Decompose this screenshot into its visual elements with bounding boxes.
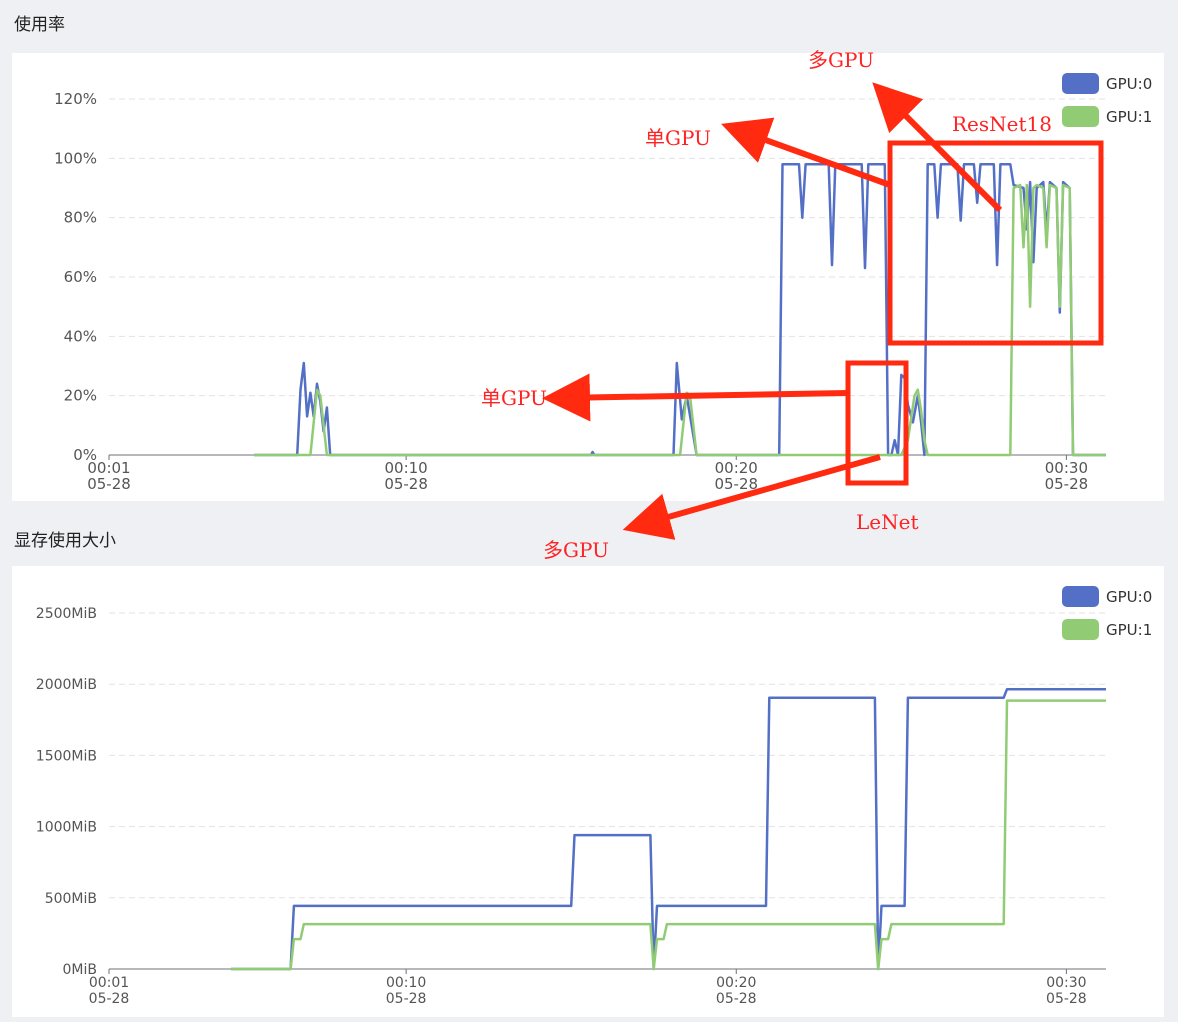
x-tick-date-label: 05-28 — [87, 475, 131, 493]
y-tick-label: 80% — [64, 209, 97, 227]
y-tick-label: 1000MiB — [36, 820, 97, 836]
x-tick-date-label: 05-28 — [714, 475, 758, 493]
legend-label[interactable]: GPU:1 — [1106, 108, 1152, 126]
x-tick-date-label: 05-28 — [1046, 991, 1087, 1007]
x-tick-time-label: 00:20 — [716, 975, 756, 991]
series-line-GPU1 — [231, 699, 1106, 971]
gpu-utilization-chart-panel: 0% 20% 40% 60% 80% 100% 120% 00:01 05-28 00:10 05-… — [12, 53, 1164, 501]
x-tick-date-label: 05-28 — [89, 991, 130, 1007]
y-tick-label: 100% — [54, 149, 97, 167]
x-tick-time-label: 00:01 — [89, 975, 129, 991]
y-tick-label: 60% — [64, 268, 97, 286]
x-tick-date-label: 05-28 — [1045, 475, 1089, 493]
legend-swatch-GPU1[interactable] — [1062, 106, 1099, 127]
legend-swatch-GPU1[interactable] — [1062, 619, 1099, 640]
legend-swatch-GPU0[interactable] — [1062, 586, 1099, 607]
y-tick-label: 40% — [64, 327, 97, 345]
mem-section-title: 显存使用大小 — [14, 531, 116, 551]
util-section-title: 使用率 — [14, 15, 65, 35]
y-tick-label: 2000MiB — [36, 677, 97, 693]
y-tick-label: 2500MiB — [36, 606, 97, 622]
y-tick-label: 20% — [64, 387, 97, 405]
y-tick-label: 120% — [54, 90, 97, 108]
x-tick-date-label: 05-28 — [716, 991, 757, 1007]
y-tick-label: 500MiB — [45, 891, 97, 907]
legend-label[interactable]: GPU:1 — [1106, 621, 1152, 639]
gpu-utilization-chart: 0%20%40%60%80%100%120%00:0105-2800:1005-… — [54, 73, 1152, 493]
legend-label[interactable]: GPU:0 — [1106, 75, 1152, 93]
x-tick-date-label: 05-28 — [384, 475, 428, 493]
series-line-GPU0 — [231, 687, 1106, 971]
legend-swatch-GPU0[interactable] — [1062, 73, 1099, 94]
x-tick-date-label: 05-28 — [386, 991, 427, 1007]
series-line-GPU0 — [254, 163, 1106, 457]
label-lenet: LeNet — [856, 510, 919, 534]
gpu-memory-chart: 0MiB500MiB1000MiB1500MiB2000MiB2500MiB00… — [36, 586, 1152, 1007]
legend-label[interactable]: GPU:0 — [1106, 588, 1152, 606]
label-multi-gpu-low: 多GPU — [543, 538, 609, 562]
gpu-memory-chart-panel: 0MiB 500MiB 1000MiB 1500MiB 2000MiB 2500MiB 00… — [12, 566, 1164, 1017]
x-tick-time-label: 00:10 — [386, 975, 426, 991]
x-tick-time-label: 00:30 — [1046, 975, 1086, 991]
y-tick-label: 1500MiB — [36, 748, 97, 764]
